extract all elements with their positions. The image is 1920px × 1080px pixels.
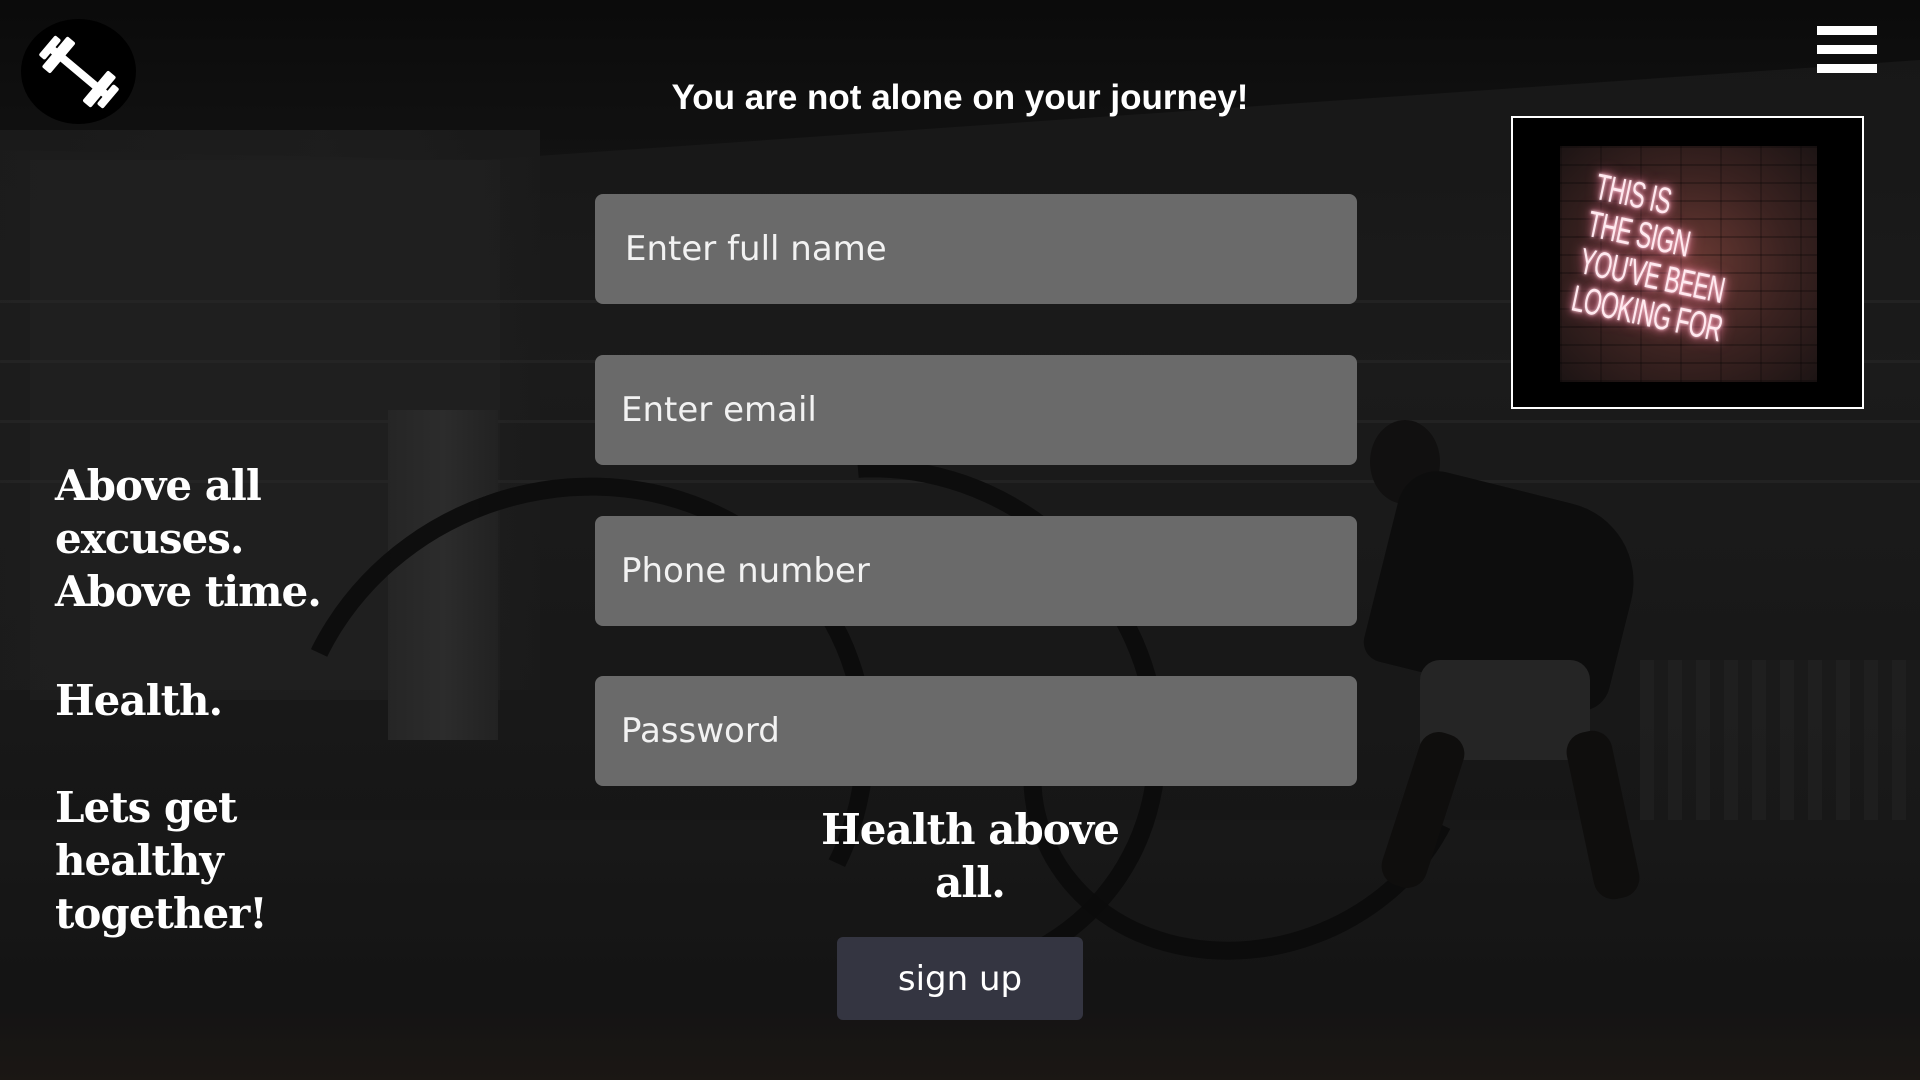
- tagline-line: all.: [935, 858, 1006, 907]
- slogan-line: Health.: [55, 676, 223, 725]
- slogan-line: Lets get: [55, 783, 237, 832]
- slogan-line: Above time.: [55, 567, 322, 616]
- menu-bar: [1817, 64, 1877, 73]
- neon-sign-photo: This is the sign you've been looking for: [1560, 146, 1817, 382]
- health-tagline: Health above all.: [820, 803, 1120, 909]
- slogan-line: excuses.: [55, 514, 245, 563]
- slogan-line: Above all: [55, 461, 262, 510]
- slogan-line: together!: [55, 889, 268, 938]
- tagline-line: Health above: [821, 805, 1120, 854]
- neon-sign-text: This is the sign you've been looking for: [1568, 166, 1749, 349]
- dumbbell-icon: [38, 35, 119, 108]
- page-title: You are not alone on your journey!: [671, 78, 1249, 117]
- slogan-block-excuses: Above all excuses. Above time.: [55, 459, 322, 618]
- menu-bar: [1817, 45, 1877, 54]
- slogan-block-together: Lets get healthy together!: [55, 781, 268, 940]
- logo[interactable]: [21, 19, 136, 124]
- email-input[interactable]: [595, 355, 1357, 465]
- slogan-line: healthy: [55, 836, 224, 885]
- signup-button[interactable]: sign up: [837, 937, 1083, 1020]
- password-input[interactable]: [595, 676, 1357, 786]
- full-name-input[interactable]: [595, 194, 1357, 304]
- hamburger-menu-icon[interactable]: [1817, 26, 1877, 74]
- slogan-block-health: Health.: [55, 674, 223, 727]
- phone-input[interactable]: [595, 516, 1357, 626]
- neon-sign-image: This is the sign you've been looking for: [1511, 116, 1864, 409]
- menu-bar: [1817, 26, 1877, 35]
